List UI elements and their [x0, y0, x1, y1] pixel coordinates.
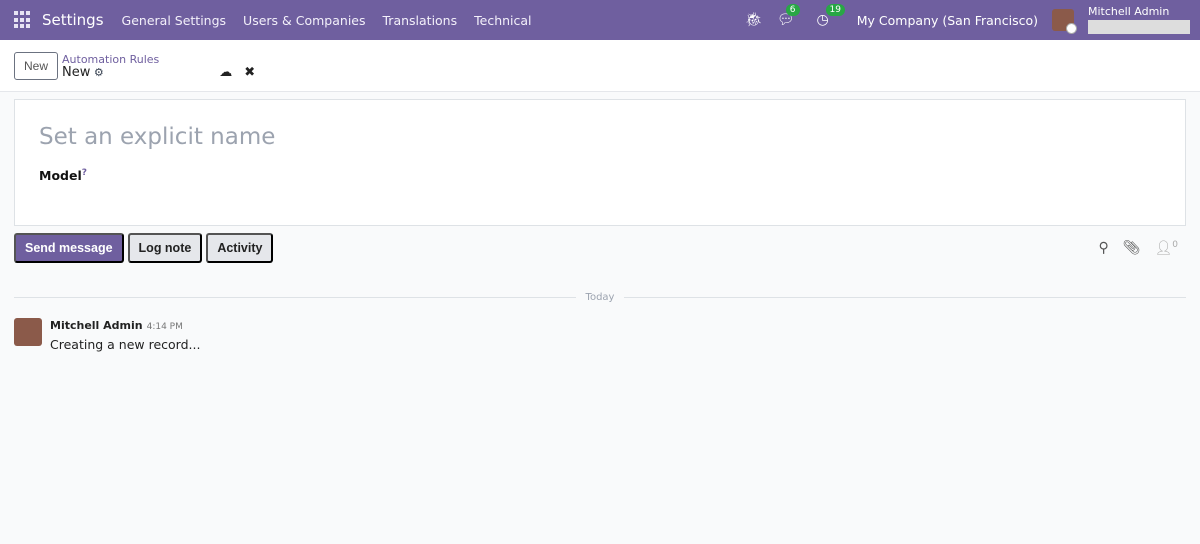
redacted-field	[1088, 20, 1190, 34]
date-separator: Today	[14, 292, 1186, 303]
form-sheet: Set an explicit name Model?	[14, 99, 1186, 226]
top-navbar: Settings General Settings Users & Compan…	[0, 0, 1200, 40]
new-button[interactable]: New	[14, 51, 59, 80]
message-author[interactable]: Mitchell Admin	[50, 319, 143, 332]
chatter-toolbar: Send message Log note Activity ⚲ 📎︎ 👤︎0	[0, 226, 1200, 270]
debug-bug-icon[interactable]: 🐞︎	[745, 12, 763, 28]
name-input[interactable]: Set an explicit name	[39, 124, 1161, 150]
user-menu[interactable]: Mitchell Admin	[1088, 6, 1190, 34]
menu-technical[interactable]: Technical	[474, 13, 531, 28]
discard-close-icon[interactable]: ✖	[244, 65, 255, 80]
apps-menu-icon[interactable]	[14, 11, 32, 29]
log-note-button[interactable]: Log note	[127, 233, 203, 263]
messages-badge: 6	[785, 4, 800, 16]
message-time: 4:14 PM	[146, 322, 183, 332]
menu-users-companies[interactable]: Users & Companies	[243, 13, 365, 28]
user-name: Mitchell Admin	[1088, 5, 1170, 18]
search-icon[interactable]: ⚲	[1098, 240, 1108, 257]
activity-button[interactable]: Activity	[206, 233, 274, 263]
menu-general-settings[interactable]: General Settings	[122, 13, 227, 28]
followers-button[interactable]: 👤︎0	[1154, 240, 1178, 257]
help-tooltip[interactable]: ?	[82, 168, 87, 178]
breadcrumb-current: New	[62, 64, 91, 80]
chatter-message: Mitchell Admin 4:14 PM Creating a new rec…	[14, 318, 1186, 352]
company-switcher[interactable]: My Company (San Francisco)	[857, 13, 1038, 28]
breadcrumb: Automation Rules New ⚙	[62, 53, 159, 79]
activities-badge: 19	[825, 4, 845, 16]
user-avatar[interactable]	[1052, 9, 1077, 34]
gear-icon[interactable]: ⚙	[94, 66, 104, 79]
send-message-button[interactable]: Send message	[14, 233, 124, 263]
author-avatar[interactable]	[14, 318, 42, 346]
activities-clock-icon[interactable]: ◷ 19	[817, 4, 845, 28]
message-body: Creating a new record...	[50, 337, 201, 352]
model-label: Model?	[39, 168, 1161, 183]
paperclip-icon[interactable]: 📎︎	[1123, 240, 1141, 257]
followers-count: 0	[1172, 239, 1178, 250]
model-label-text: Model	[39, 168, 82, 184]
menu-translations[interactable]: Translations	[383, 13, 458, 28]
app-name[interactable]: Settings	[42, 11, 104, 29]
save-cloud-icon[interactable]: ☁	[219, 65, 232, 80]
date-separator-label: Today	[585, 292, 615, 303]
messages-icon[interactable]: 💬︎ 6	[777, 4, 800, 28]
control-panel: New Automation Rules New ⚙ ☁ ✖	[0, 40, 1200, 92]
